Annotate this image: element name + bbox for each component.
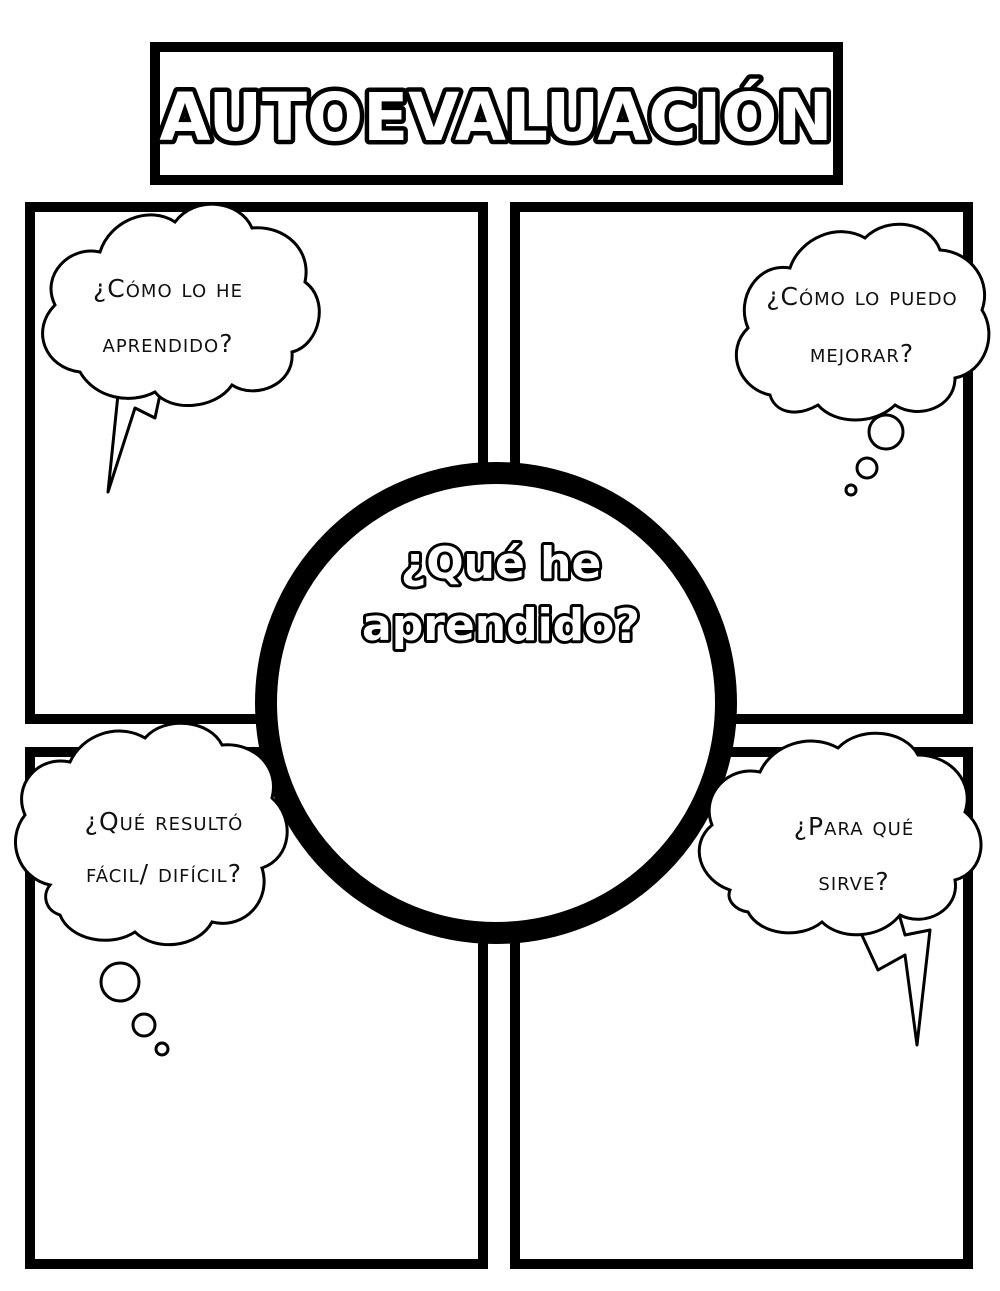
question-how-learned-line1: ¿Cómo lo he xyxy=(93,274,243,303)
question-what-for-line1: ¿Para qué xyxy=(794,812,914,841)
thought-bubble-medium xyxy=(131,1012,157,1038)
center-question-line1: ¿Qué he xyxy=(401,538,602,589)
question-easy-hard-line2: fácil/ difícil? xyxy=(86,859,242,888)
question-how-improve-line2: mejorar? xyxy=(810,339,914,368)
question-how-learned-line2: aprendido? xyxy=(103,329,234,358)
thought-bubble-small xyxy=(154,1041,170,1057)
question-easy-hard-line1: ¿Qué resultó xyxy=(85,807,244,836)
thought-bubble-medium xyxy=(855,456,879,480)
center-question-line2: aprendido? xyxy=(362,600,640,651)
page-title: AUTOEVALUACIÓN xyxy=(159,79,832,156)
thought-bubble-small xyxy=(844,483,858,497)
thought-bubble-large xyxy=(867,413,905,451)
thought-bubble-large xyxy=(99,961,141,1003)
question-how-improve-line1: ¿Cómo lo puedo xyxy=(766,282,957,311)
question-what-for-line2: sirve? xyxy=(818,867,889,896)
worksheet: AUTOEVALUACIÓN ¿Qué he aprendido? ¿Cómo … xyxy=(14,42,991,1269)
